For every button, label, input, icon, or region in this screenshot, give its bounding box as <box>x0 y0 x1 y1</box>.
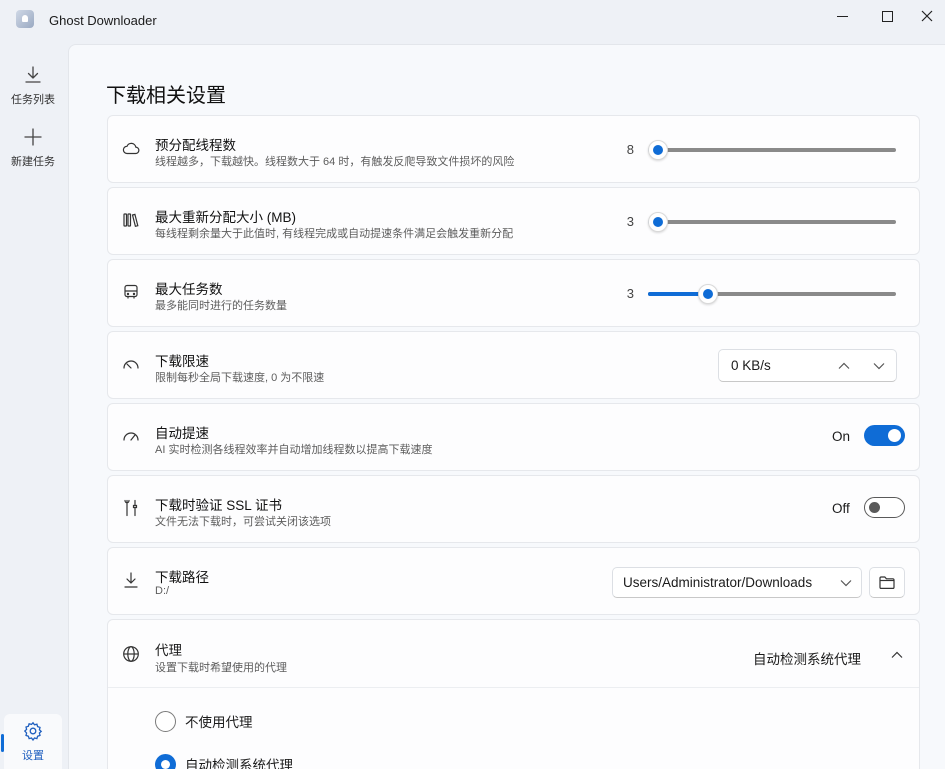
max-tasks-slider[interactable] <box>648 284 896 304</box>
setting-description: 最多能同时进行的任务数量 <box>155 300 287 312</box>
chevron-down-icon <box>873 363 885 370</box>
sidebar-item-settings[interactable]: 设置 <box>1 714 62 769</box>
library-icon <box>121 210 141 230</box>
settings-panel: 下载相关设置 预分配线程数 线程越多，下载越快。线程数大于 64 时，有触发反爬… <box>68 44 945 769</box>
setting-description: 限制每秒全局下载速度, 0 为不限速 <box>155 372 325 384</box>
cloud-icon <box>121 138 141 158</box>
globe-icon <box>121 644 141 664</box>
radio-button-selected[interactable] <box>155 753 176 769</box>
increment-button[interactable] <box>832 354 856 378</box>
chevron-up-icon <box>838 362 850 369</box>
decrement-button[interactable] <box>867 354 891 378</box>
speed-limit-value: 0 KB/s <box>731 358 771 373</box>
setting-card-proxy: 代理 设置下载时希望使用的代理 自动检测系统代理 不使用代理 自动检测系统代理 <box>107 619 920 769</box>
radio-button[interactable] <box>155 710 176 732</box>
slider-thumb[interactable] <box>648 212 668 232</box>
close-icon <box>921 10 933 22</box>
setting-description: AI 实时检测各线程效率并自动增加线程数以提高下载速度 <box>155 444 433 456</box>
setting-card-speed-limit: 下载限速 限制每秒全局下载速度, 0 为不限速 0 KB/s <box>107 331 920 399</box>
setting-description: 每线程剩余量大于此值时, 有线程完成或自动提速条件满足会触发重新分配 <box>155 228 514 240</box>
radio-label: 自动检测系统代理 <box>185 758 293 769</box>
maximize-icon <box>881 10 893 22</box>
slider-value: 3 <box>626 214 634 229</box>
setting-description: 设置下载时希望使用的代理 <box>155 662 287 674</box>
chevron-up-icon[interactable] <box>890 648 904 662</box>
auto-speedup-toggle[interactable] <box>864 425 905 446</box>
setting-title: 最大任务数 <box>155 282 223 297</box>
title-bar: Ghost Downloader <box>0 0 945 40</box>
folder-icon <box>879 576 895 589</box>
setting-title: 代理 <box>155 643 182 658</box>
setting-card-ssl-verify: 下载时验证 SSL 证书 文件无法下载时，可尝试关闭该选项 Off <box>107 475 920 543</box>
minimize-button[interactable] <box>819 0 865 32</box>
setting-title: 预分配线程数 <box>155 138 236 153</box>
setting-card-threads: 预分配线程数 线程越多，下载越快。线程数大于 64 时，有触发反爬导致文件损坏的… <box>107 115 920 183</box>
wrench-screwdriver-icon <box>121 498 141 518</box>
app-title: Ghost Downloader <box>49 13 157 28</box>
toggle-state-label: On <box>832 429 851 444</box>
gear-icon <box>22 720 44 742</box>
plus-icon <box>22 126 44 148</box>
setting-card-max-realloc: 最大重新分配大小 (MB) 每线程剩余量大于此值时, 有线程完成或自动提速条件满… <box>107 187 920 255</box>
proxy-option-auto[interactable]: 自动检测系统代理 <box>155 753 293 769</box>
slider-thumb[interactable] <box>648 140 668 160</box>
sidebar-item-new-task[interactable]: 新建任务 <box>4 120 62 176</box>
speedometer-icon <box>121 354 141 374</box>
sidebar-item-label: 任务列表 <box>11 94 55 106</box>
setting-card-auto-speedup: 自动提速 AI 实时检测各线程效率并自动增加线程数以提高下载速度 On <box>107 403 920 471</box>
speed-limit-spinbox[interactable]: 0 KB/s <box>718 349 897 382</box>
browse-folder-button[interactable] <box>869 567 905 598</box>
bus-icon <box>121 282 141 302</box>
sidebar: 任务列表 新建任务 设置 <box>0 40 66 769</box>
setting-description: D:/ <box>155 585 170 597</box>
setting-description: 文件无法下载时，可尝试关闭该选项 <box>155 516 331 528</box>
sidebar-item-task-list[interactable]: 任务列表 <box>4 58 62 114</box>
close-button[interactable] <box>909 0 945 32</box>
setting-title: 下载限速 <box>155 354 209 369</box>
radio-label: 不使用代理 <box>185 715 253 730</box>
proxy-option-none[interactable]: 不使用代理 <box>155 710 253 732</box>
maximize-button[interactable] <box>864 0 910 32</box>
sidebar-item-label: 设置 <box>22 750 44 762</box>
proxy-header[interactable]: 代理 设置下载时希望使用的代理 自动检测系统代理 <box>108 620 919 688</box>
slider-thumb[interactable] <box>698 284 718 304</box>
toggle-state-label: Off <box>832 501 850 516</box>
proxy-current-value: 自动检测系统代理 <box>753 652 861 667</box>
setting-title: 自动提速 <box>155 426 209 441</box>
slider-track <box>648 220 896 224</box>
setting-title: 下载路径 <box>155 570 209 585</box>
selected-indicator <box>1 734 4 752</box>
setting-title: 下载时验证 SSL 证书 <box>155 498 283 513</box>
setting-card-max-tasks: 最大任务数 最多能同时进行的任务数量 3 <box>107 259 920 327</box>
slider-value: 8 <box>626 142 634 157</box>
page-title: 下载相关设置 <box>106 85 226 107</box>
download-icon <box>22 64 44 86</box>
download-icon <box>121 570 141 590</box>
slider-value: 3 <box>626 286 634 301</box>
speed-high-icon <box>121 426 141 446</box>
download-path-value: Users/Administrator/Downloads <box>623 575 813 590</box>
ghost-app-icon <box>16 10 34 28</box>
chevron-down-icon <box>839 576 853 590</box>
setting-title: 最大重新分配大小 (MB) <box>155 210 296 225</box>
sidebar-item-label: 新建任务 <box>11 156 55 168</box>
download-path-dropdown[interactable]: Users/Administrator/Downloads <box>612 567 862 598</box>
slider-track <box>648 148 896 152</box>
threads-slider[interactable] <box>648 140 896 160</box>
max-realloc-slider[interactable] <box>648 212 896 232</box>
minimize-icon <box>836 15 848 17</box>
setting-card-download-path: 下载路径 D:/ Users/Administrator/Downloads <box>107 547 920 615</box>
setting-description: 线程越多，下载越快。线程数大于 64 时，有触发反爬导致文件损坏的风险 <box>155 156 515 168</box>
ssl-verify-toggle[interactable] <box>864 497 905 518</box>
